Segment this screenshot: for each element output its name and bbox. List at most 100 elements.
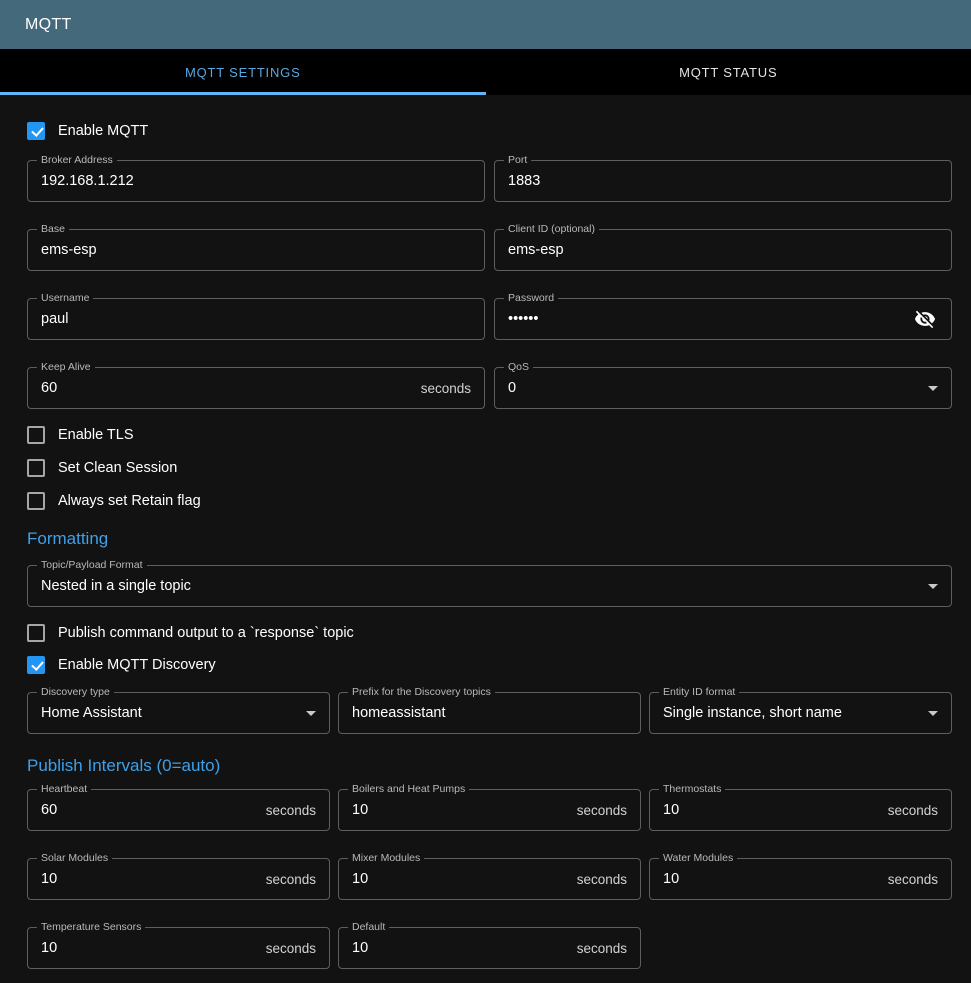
- water-modules-interval-input[interactable]: [663, 871, 880, 887]
- default-interval-field: Default seconds: [338, 927, 641, 969]
- enable-discovery-checkbox[interactable]: Enable MQTT Discovery: [27, 655, 216, 675]
- solar-modules-interval-field: Solar Modules seconds: [27, 858, 330, 900]
- heartbeat-interval-input[interactable]: [41, 802, 258, 818]
- interval-unit: seconds: [888, 803, 938, 818]
- heartbeat-interval-label: Heartbeat: [37, 782, 91, 797]
- interval-unit: seconds: [888, 872, 938, 887]
- client-id-label: Client ID (optional): [504, 222, 599, 237]
- tab-bar: MQTT SETTINGS MQTT STATUS: [0, 49, 971, 95]
- heartbeat-interval-field: Heartbeat seconds: [27, 789, 330, 831]
- username-input[interactable]: [41, 311, 471, 327]
- publish-response-checkbox[interactable]: Publish command output to a `response` t…: [27, 623, 354, 643]
- chevron-down-icon: [306, 711, 316, 716]
- broker-port-row: Broker Address Port: [27, 160, 952, 202]
- topic-payload-format-label: Topic/Payload Format: [37, 558, 147, 573]
- qos-select[interactable]: QoS 0: [494, 367, 952, 409]
- interval-unit: seconds: [577, 872, 627, 887]
- default-interval-input[interactable]: [352, 940, 569, 956]
- qos-value: 0: [508, 380, 920, 396]
- checkbox-checked-icon: [27, 656, 45, 674]
- checkbox-unchecked-icon: [27, 426, 45, 444]
- discovery-prefix-label: Prefix for the Discovery topics: [348, 685, 495, 700]
- app-header: MQTT: [0, 0, 971, 49]
- solar-modules-interval-input[interactable]: [41, 871, 258, 887]
- keep-alive-label: Keep Alive: [37, 360, 95, 375]
- discovery-type-value: Home Assistant: [41, 705, 298, 721]
- tab-mqtt-settings[interactable]: MQTT SETTINGS: [0, 49, 486, 95]
- port-label: Port: [504, 153, 531, 168]
- temperature-sensors-interval-input[interactable]: [41, 940, 258, 956]
- mixer-modules-interval-input[interactable]: [352, 871, 569, 887]
- enable-tls-checkbox[interactable]: Enable TLS: [27, 425, 134, 445]
- broker-address-label: Broker Address: [37, 153, 117, 168]
- base-label: Base: [37, 222, 69, 237]
- checkbox-unchecked-icon: [27, 459, 45, 477]
- mqtt-settings-form: Enable MQTT Broker Address Port Base Cli…: [0, 95, 971, 969]
- mixer-modules-interval-field: Mixer Modules seconds: [338, 858, 641, 900]
- boilers-heat-pumps-interval-label: Boilers and Heat Pumps: [348, 782, 469, 797]
- username-label: Username: [37, 291, 93, 306]
- interval-unit: seconds: [266, 941, 316, 956]
- visibility-off-icon: [914, 308, 936, 330]
- tab-mqtt-settings-label: MQTT SETTINGS: [185, 65, 301, 80]
- keep-alive-input[interactable]: [41, 380, 413, 396]
- retain-flag-label: Always set Retain flag: [58, 491, 201, 511]
- solar-modules-interval-label: Solar Modules: [37, 851, 112, 866]
- topic-payload-format-select[interactable]: Topic/Payload Format Nested in a single …: [27, 565, 952, 607]
- water-modules-interval-field: Water Modules seconds: [649, 858, 952, 900]
- discovery-prefix-input[interactable]: [352, 705, 627, 721]
- thermostats-interval-label: Thermostats: [659, 782, 725, 797]
- interval-unit: seconds: [266, 872, 316, 887]
- temperature-sensors-interval-label: Temperature Sensors: [37, 920, 145, 935]
- base-field: Base: [27, 229, 485, 271]
- base-clientid-row: Base Client ID (optional): [27, 229, 952, 271]
- discovery-prefix-field: Prefix for the Discovery topics: [338, 692, 641, 734]
- enable-discovery-label: Enable MQTT Discovery: [58, 655, 216, 675]
- port-field: Port: [494, 160, 952, 202]
- checkbox-unchecked-icon: [27, 492, 45, 510]
- thermostats-interval-input[interactable]: [663, 802, 880, 818]
- interval-unit: seconds: [577, 803, 627, 818]
- broker-address-input[interactable]: [41, 173, 471, 189]
- password-input[interactable]: [508, 311, 906, 327]
- intervals-row-1: Heartbeat seconds Boilers and Heat Pumps…: [27, 789, 952, 831]
- credentials-row: Username Password: [27, 298, 952, 340]
- publish-response-label: Publish command output to a `response` t…: [58, 623, 354, 643]
- chevron-down-icon: [928, 584, 938, 589]
- boilers-heat-pumps-interval-input[interactable]: [352, 802, 569, 818]
- interval-unit: seconds: [577, 941, 627, 956]
- entity-id-format-select[interactable]: Entity ID format Single instance, short …: [649, 692, 952, 734]
- default-interval-label: Default: [348, 920, 389, 935]
- interval-unit: seconds: [266, 803, 316, 818]
- enable-tls-label: Enable TLS: [58, 425, 134, 445]
- chevron-down-icon: [928, 386, 938, 391]
- tab-mqtt-status[interactable]: MQTT STATUS: [486, 49, 971, 95]
- formatting-heading: Formatting: [27, 529, 952, 549]
- base-input[interactable]: [41, 242, 471, 258]
- qos-label: QoS: [504, 360, 533, 375]
- chevron-down-icon: [928, 711, 938, 716]
- discovery-type-select[interactable]: Discovery type Home Assistant: [27, 692, 330, 734]
- retain-flag-checkbox[interactable]: Always set Retain flag: [27, 491, 201, 511]
- publish-intervals-heading: Publish Intervals (0=auto): [27, 756, 952, 776]
- entity-id-format-value: Single instance, short name: [663, 705, 920, 721]
- port-input[interactable]: [508, 173, 938, 189]
- broker-address-field: Broker Address: [27, 160, 485, 202]
- intervals-row-2: Solar Modules seconds Mixer Modules seco…: [27, 858, 952, 900]
- enable-mqtt-checkbox[interactable]: Enable MQTT: [27, 121, 148, 141]
- keep-alive-field: Keep Alive seconds: [27, 367, 485, 409]
- topic-payload-format-value: Nested in a single topic: [41, 578, 920, 594]
- enable-mqtt-label: Enable MQTT: [58, 121, 148, 141]
- checkbox-checked-icon: [27, 122, 45, 140]
- intervals-row-3: Temperature Sensors seconds Default seco…: [27, 927, 952, 969]
- toggle-password-visibility-button[interactable]: [912, 306, 938, 332]
- page-title: MQTT: [25, 16, 72, 34]
- keepalive-qos-row: Keep Alive seconds QoS 0: [27, 367, 952, 409]
- clean-session-checkbox[interactable]: Set Clean Session: [27, 458, 177, 478]
- password-field: Password: [494, 298, 952, 340]
- water-modules-interval-label: Water Modules: [659, 851, 737, 866]
- tab-mqtt-status-label: MQTT STATUS: [679, 65, 777, 80]
- client-id-input[interactable]: [508, 242, 938, 258]
- username-field: Username: [27, 298, 485, 340]
- clean-session-label: Set Clean Session: [58, 458, 177, 478]
